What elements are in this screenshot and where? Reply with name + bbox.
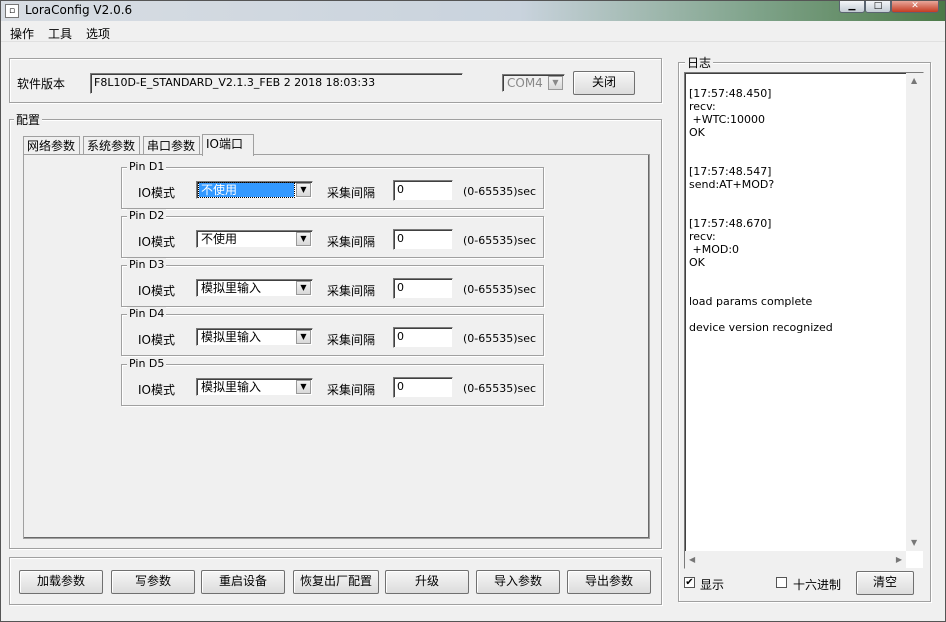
- export-params-button[interactable]: 导出参数: [567, 570, 651, 594]
- log-horizontal-scrollbar[interactable]: ◀ ▶: [685, 551, 906, 568]
- show-label: 显示: [700, 578, 725, 592]
- log-text: [17:57:48.450] recv: +WTC:10000 OK [17:5…: [689, 87, 833, 334]
- port-value: COM4: [507, 76, 543, 90]
- scroll-down-icon[interactable]: ▼: [911, 538, 917, 547]
- chevron-down-icon: ▼: [296, 330, 311, 344]
- pin-d3-title: Pin D3: [127, 258, 167, 271]
- scroll-left-icon[interactable]: ◀: [689, 555, 695, 564]
- pin-d1-group: IO模式 不使用 ▼ 采集间隔 0 (0-65535)sec: [121, 167, 544, 209]
- tab-system-params[interactable]: 系统参数: [83, 136, 140, 155]
- close-window-button[interactable]: ✕: [891, 1, 939, 13]
- title-bar: ▫ LoraConfig V2.0.6 ▁ □ ✕: [1, 1, 945, 21]
- pin-d4-mode-value: 模拟里输入: [201, 330, 262, 344]
- show-checkbox[interactable]: ✔: [684, 577, 695, 588]
- chevron-down-icon: ▼: [296, 281, 311, 295]
- interval-range: (0-65535)sec: [463, 382, 537, 395]
- version-panel: 软件版本 F8L10D-E_STANDARD_V2.1.3_FEB 2 2018…: [9, 58, 662, 103]
- interval-range: (0-65535)sec: [463, 234, 537, 247]
- pin-d1-interval-input[interactable]: 0: [393, 180, 453, 201]
- chevron-down-icon: ▼: [296, 380, 311, 394]
- interval-range: (0-65535)sec: [463, 332, 537, 345]
- menu-options[interactable]: 选项: [86, 25, 110, 42]
- maximize-icon: □: [873, 1, 883, 11]
- tab-io-port[interactable]: IO端口: [202, 134, 254, 156]
- interval-label: 采集间隔: [327, 284, 376, 298]
- pin-d3-mode-value: 模拟里输入: [201, 281, 262, 295]
- actions-panel: 加载参数 写参数 重启设备 恢复出厂配置 升级 导入参数 导出参数: [9, 557, 662, 605]
- chevron-down-icon: ▼: [548, 76, 563, 90]
- pin-d5-mode-select[interactable]: 模拟里输入 ▼: [196, 378, 313, 396]
- window-title: LoraConfig V2.0.6: [25, 3, 133, 17]
- chevron-down-icon: ▼: [296, 183, 311, 197]
- restart-device-button[interactable]: 重启设备: [201, 570, 285, 594]
- port-select[interactable]: COM4 ▼: [502, 74, 565, 92]
- io-mode-label: IO模式: [138, 333, 175, 347]
- pin-d3-interval-input[interactable]: 0: [393, 278, 453, 299]
- pin-d1-mode-value: 不使用: [198, 182, 295, 198]
- scroll-right-icon[interactable]: ▶: [896, 555, 902, 564]
- pin-d2-interval-input[interactable]: 0: [393, 229, 453, 250]
- minimize-icon: ▁: [848, 1, 856, 11]
- app-window: ▫ LoraConfig V2.0.6 ▁ □ ✕ 操作 工具 选项 软件版本 …: [0, 0, 946, 622]
- maximize-button[interactable]: □: [865, 1, 891, 13]
- close-icon: ✕: [911, 1, 919, 11]
- io-mode-label: IO模式: [138, 284, 175, 298]
- pin-d2-mode-select[interactable]: 不使用 ▼: [196, 230, 313, 248]
- interval-label: 采集间隔: [327, 235, 376, 249]
- chevron-down-icon: ▼: [296, 232, 311, 246]
- log-output[interactable]: [17:57:48.450] recv: +WTC:10000 OK [17:5…: [684, 72, 924, 569]
- interval-label: 采集间隔: [327, 333, 376, 347]
- io-mode-label: IO模式: [138, 235, 175, 249]
- pin-d5-title: Pin D5: [127, 357, 167, 370]
- minimize-button[interactable]: ▁: [839, 1, 865, 13]
- pin-d5-group: IO模式 模拟里输入 ▼ 采集间隔 0 (0-65535)sec: [121, 364, 544, 406]
- pin-d1-mode-select[interactable]: 不使用 ▼: [196, 181, 313, 199]
- checkmark-icon: ✔: [685, 577, 694, 588]
- hex-checkbox[interactable]: [776, 577, 787, 588]
- scroll-up-icon[interactable]: ▲: [911, 76, 917, 85]
- pin-d3-group: IO模式 模拟里输入 ▼ 采集间隔 0 (0-65535)sec: [121, 265, 544, 307]
- pin-d4-mode-select[interactable]: 模拟里输入 ▼: [196, 328, 313, 346]
- upgrade-button[interactable]: 升级: [385, 570, 469, 594]
- write-params-button[interactable]: 写参数: [111, 570, 195, 594]
- pin-d1-title: Pin D1: [127, 160, 167, 173]
- interval-label: 采集间隔: [327, 186, 376, 200]
- clear-log-button[interactable]: 清空: [856, 571, 914, 595]
- close-port-button[interactable]: 关闭: [573, 71, 635, 95]
- interval-range: (0-65535)sec: [463, 283, 537, 296]
- log-title: 日志: [685, 54, 714, 71]
- pin-d5-interval-input[interactable]: 0: [393, 377, 453, 398]
- menu-operation[interactable]: 操作: [10, 25, 34, 42]
- pin-d4-title: Pin D4: [127, 307, 167, 320]
- pin-d2-mode-value: 不使用: [201, 232, 238, 246]
- io-mode-label: IO模式: [138, 383, 175, 397]
- config-group-title: 配置: [14, 111, 43, 128]
- pin-d5-mode-value: 模拟里输入: [201, 380, 262, 394]
- tab-serial-params[interactable]: 串口参数: [143, 136, 200, 155]
- pin-d3-mode-select[interactable]: 模拟里输入 ▼: [196, 279, 313, 297]
- pin-d4-interval-input[interactable]: 0: [393, 327, 453, 348]
- interval-range: (0-65535)sec: [463, 185, 537, 198]
- menu-tools[interactable]: 工具: [48, 25, 72, 42]
- pin-d4-group: IO模式 模拟里输入 ▼ 采集间隔 0 (0-65535)sec: [121, 314, 544, 356]
- hex-label: 十六进制: [793, 578, 842, 592]
- io-mode-label: IO模式: [138, 186, 175, 200]
- interval-label: 采集间隔: [327, 383, 376, 397]
- pin-d2-title: Pin D2: [127, 209, 167, 222]
- pin-d2-group: IO模式 不使用 ▼ 采集间隔 0 (0-65535)sec: [121, 216, 544, 258]
- factory-reset-button[interactable]: 恢复出厂配置: [293, 570, 379, 594]
- log-vertical-scrollbar[interactable]: ▲ ▼: [906, 73, 923, 551]
- version-label: 软件版本: [17, 77, 66, 91]
- app-icon: ▫: [5, 4, 19, 18]
- load-params-button[interactable]: 加载参数: [19, 570, 103, 594]
- version-field: F8L10D-E_STANDARD_V2.1.3_FEB 2 2018 18:0…: [90, 73, 463, 94]
- menu-bar: 操作 工具 选项: [1, 22, 945, 42]
- tab-network-params[interactable]: 网络参数: [23, 136, 80, 155]
- import-params-button[interactable]: 导入参数: [476, 570, 560, 594]
